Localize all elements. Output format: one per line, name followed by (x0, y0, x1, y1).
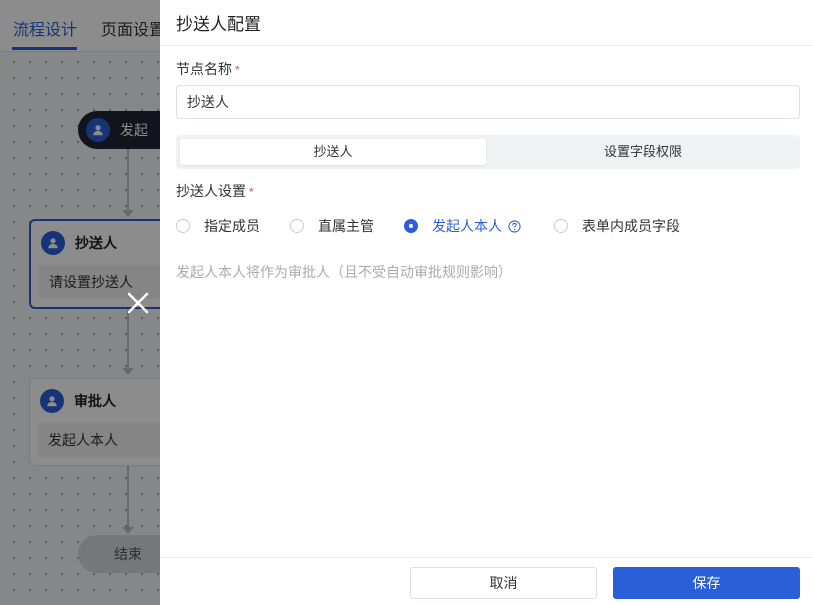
tab-field-permissions[interactable]: 设置字段权限 (490, 139, 796, 165)
radio-direct-supervisor[interactable]: 直属主管 (290, 215, 374, 237)
radio-circle[interactable] (176, 219, 190, 233)
required-mark: * (235, 63, 240, 77)
radio-circle[interactable] (290, 219, 304, 233)
initiator-hint-text: 发起人本人将作为审批人（且不受自动审批规则影响） (176, 264, 512, 280)
drawer-title: 抄送人配置 (176, 15, 261, 34)
node-name-label: 节点名称 * (176, 61, 240, 77)
cancel-button[interactable]: 取消 (410, 567, 597, 599)
drawer-header: 抄送人配置 (160, 0, 813, 46)
cc-setting-label: 抄送人设置 * (176, 183, 254, 199)
cc-config-drawer: 抄送人配置 节点名称* 抄送人 设置字段权限 抄送人设置* 指定成员 直属主管 … (160, 0, 813, 605)
question-circle-icon[interactable] (508, 219, 521, 233)
close-icon[interactable] (125, 290, 151, 316)
radio-circle[interactable] (554, 219, 568, 233)
config-tabs: 抄送人 设置字段权限 (176, 135, 800, 169)
cc-setting-radio-group: 指定成员 直属主管 发起人本人 表单内成员字段 (176, 215, 800, 237)
required-mark: * (249, 185, 254, 199)
radio-specified-members[interactable]: 指定成员 (176, 215, 260, 237)
radio-initiator-self[interactable]: 发起人本人 (404, 215, 521, 237)
radio-circle[interactable] (404, 219, 418, 233)
node-name-input[interactable] (176, 85, 800, 119)
drawer-footer: 取消 保存 (160, 557, 813, 605)
save-button[interactable]: 保存 (613, 567, 800, 599)
tab-cc-person[interactable]: 抄送人 (180, 139, 486, 165)
radio-form-member-field[interactable]: 表单内成员字段 (554, 215, 680, 237)
